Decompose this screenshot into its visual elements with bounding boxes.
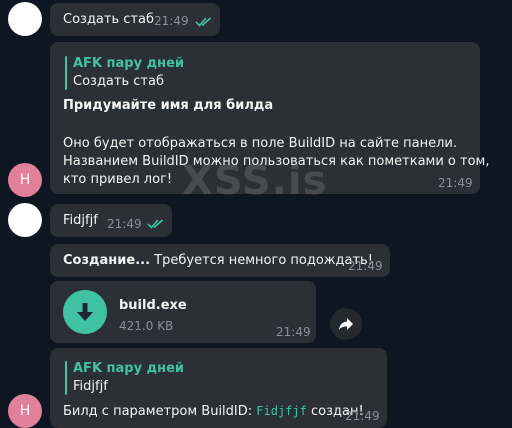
message-time: 21:49: [438, 176, 473, 190]
message-bubble-3: Fidjfjf 21:49: [50, 204, 172, 237]
forward-icon: [339, 318, 353, 330]
download-icon: [77, 303, 93, 321]
message-text: Создать стаб: [63, 12, 154, 27]
file-message: build.exe 421.0 KB 21:49: [50, 281, 316, 343]
status-message: Требуется немного подождать!: [150, 253, 373, 268]
file-size: 421.0 KB: [119, 319, 174, 333]
message-time: 21:49: [345, 409, 380, 423]
message-title: Придумайте имя для билда: [63, 98, 274, 113]
reply-quote-name[interactable]: AFK пару дней: [73, 361, 184, 376]
forward-button[interactable]: [330, 308, 362, 340]
download-button[interactable]: [63, 290, 107, 334]
avatar-user[interactable]: [8, 203, 42, 237]
message-time: 21:49: [107, 217, 142, 231]
message-body-line: кто привел лог!: [63, 172, 173, 187]
file-name[interactable]: build.exe: [119, 298, 187, 313]
double-check-icon: [147, 219, 164, 229]
message-body-line: Оно будет отображаться в поле BuildID на…: [63, 136, 457, 151]
message-bubble-1: Создать стаб 21:49: [50, 3, 220, 36]
message-text: Fidjfjf: [63, 213, 98, 228]
message-time: 21:49: [154, 14, 189, 28]
result-prefix: Билд с параметром BuildID:: [63, 404, 257, 419]
message-bubble-2: AFK пару дней Создать стаб Придумайте им…: [50, 42, 489, 194]
avatar-letter: H: [19, 172, 31, 188]
result-text: Билд с параметром BuildID: Fidjfjf созда…: [63, 404, 364, 419]
message-bubble-6: AFK пару дней Fidjfjf Билд с параметром …: [50, 348, 387, 428]
reply-quote-text[interactable]: Создать стаб: [73, 74, 164, 89]
message-time: 21:49: [276, 325, 311, 339]
avatar-letter: H: [19, 403, 31, 419]
avatar-user[interactable]: [8, 2, 42, 36]
status-bold: Создание...: [63, 253, 151, 268]
avatar-bot[interactable]: H: [8, 394, 42, 428]
message-time: 21:49: [348, 259, 383, 273]
reply-quote-name[interactable]: AFK пару дней: [73, 56, 184, 71]
avatar-bot[interactable]: H: [8, 163, 42, 197]
reply-quote-bar: [65, 56, 67, 90]
message-body-line: Названием BuildID можно пользоваться как…: [63, 154, 490, 169]
reply-quote-bar: [65, 361, 67, 395]
status-text: Создание... Требуется немного подождать!: [63, 253, 373, 268]
double-check-icon: [195, 17, 212, 27]
build-id-code[interactable]: Fidjfjf: [256, 404, 307, 418]
reply-quote-text[interactable]: Fidjfjf: [73, 379, 108, 394]
message-bubble-4: Создание... Требуется немного подождать!…: [50, 244, 390, 277]
